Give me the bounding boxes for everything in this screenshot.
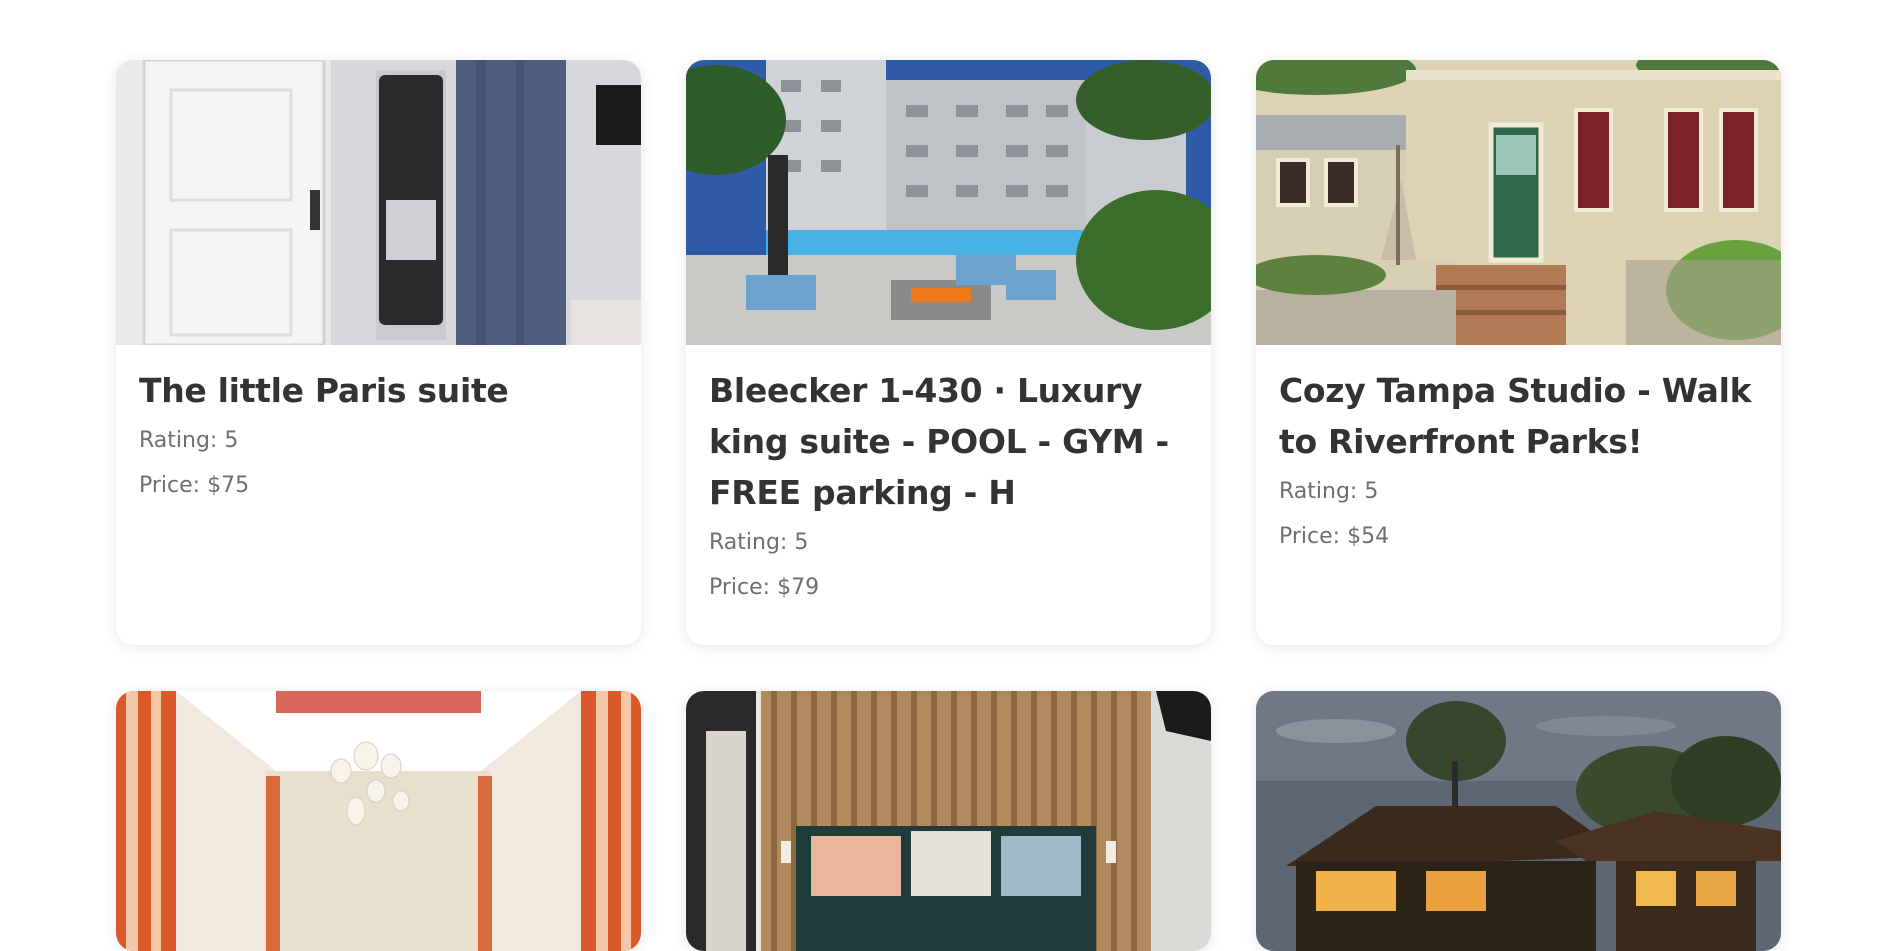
listing-photo[interactable] <box>1256 691 1781 951</box>
listing-title[interactable]: Bleecker 1-430 · Luxury king suite - POO… <box>709 365 1188 518</box>
listing-title[interactable]: The little Paris suite <box>139 365 618 416</box>
wood-panel-bedroom-photo-icon <box>686 691 1211 951</box>
listing-price: Price: $75 <box>139 473 250 498</box>
listing-price: Price: $54 <box>1279 524 1390 549</box>
listing-card[interactable] <box>116 691 641 951</box>
listing-card[interactable] <box>1256 691 1781 951</box>
listing-grid: The little Paris suite Rating: 5 Price: … <box>116 60 1781 951</box>
bedroom-door-photo-icon <box>116 60 641 345</box>
listing-photo[interactable] <box>686 60 1211 345</box>
listing-photo[interactable] <box>686 691 1211 951</box>
listing-rating: Rating: 5 <box>139 428 239 453</box>
listing-photo[interactable] <box>116 691 641 951</box>
listing-rating: Rating: 5 <box>709 530 809 555</box>
lobby-chandelier-photo-icon <box>116 691 641 951</box>
pool-courtyard-photo-icon <box>686 60 1211 345</box>
listing-card[interactable]: Cozy Tampa Studio - Walk to Riverfront P… <box>1256 60 1781 645</box>
cottage-porch-photo-icon <box>1256 60 1781 345</box>
listing-photo[interactable] <box>1256 60 1781 345</box>
listing-price: Price: $79 <box>709 575 820 600</box>
house-at-dusk-photo-icon <box>1256 691 1781 951</box>
listing-card[interactable]: The little Paris suite Rating: 5 Price: … <box>116 60 641 645</box>
listing-photo[interactable] <box>116 60 641 345</box>
listing-title[interactable]: Cozy Tampa Studio - Walk to Riverfront P… <box>1279 365 1758 467</box>
listing-rating: Rating: 5 <box>1279 479 1379 504</box>
listing-card[interactable] <box>686 691 1211 951</box>
listing-card[interactable]: Bleecker 1-430 · Luxury king suite - POO… <box>686 60 1211 645</box>
